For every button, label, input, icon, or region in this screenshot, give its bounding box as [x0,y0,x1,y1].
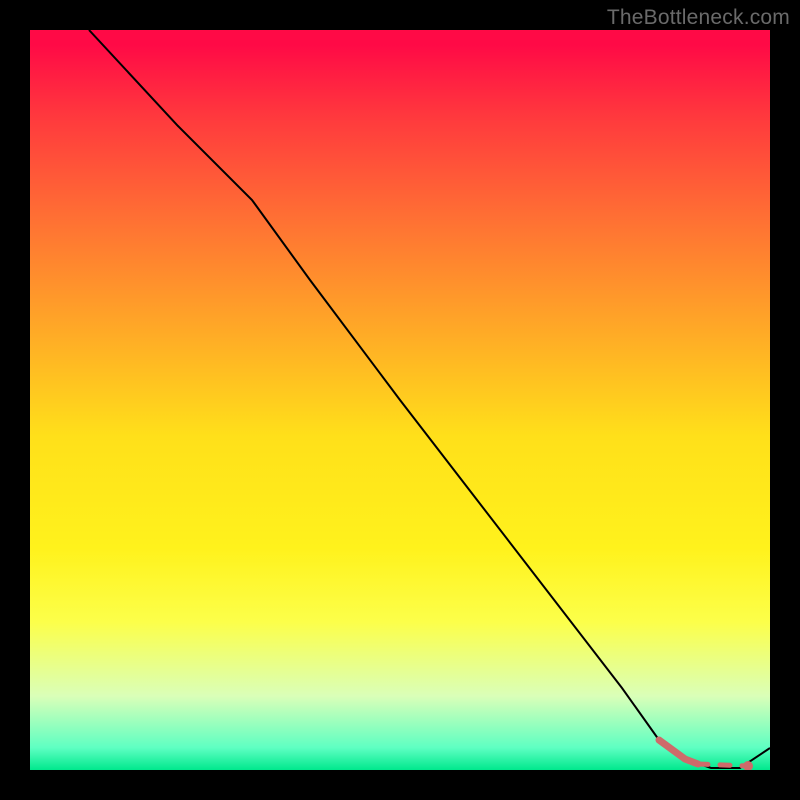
optimum-point-marker [743,761,753,770]
chart-svg [30,30,770,770]
bottleneck-curve [89,30,770,768]
chart-frame: TheBottleneck.com [0,0,800,800]
plot-area [30,30,770,770]
watermark-text: TheBottleneck.com [607,6,790,30]
valley-highlight-dashed [698,764,748,766]
valley-highlight-solid [659,740,698,764]
